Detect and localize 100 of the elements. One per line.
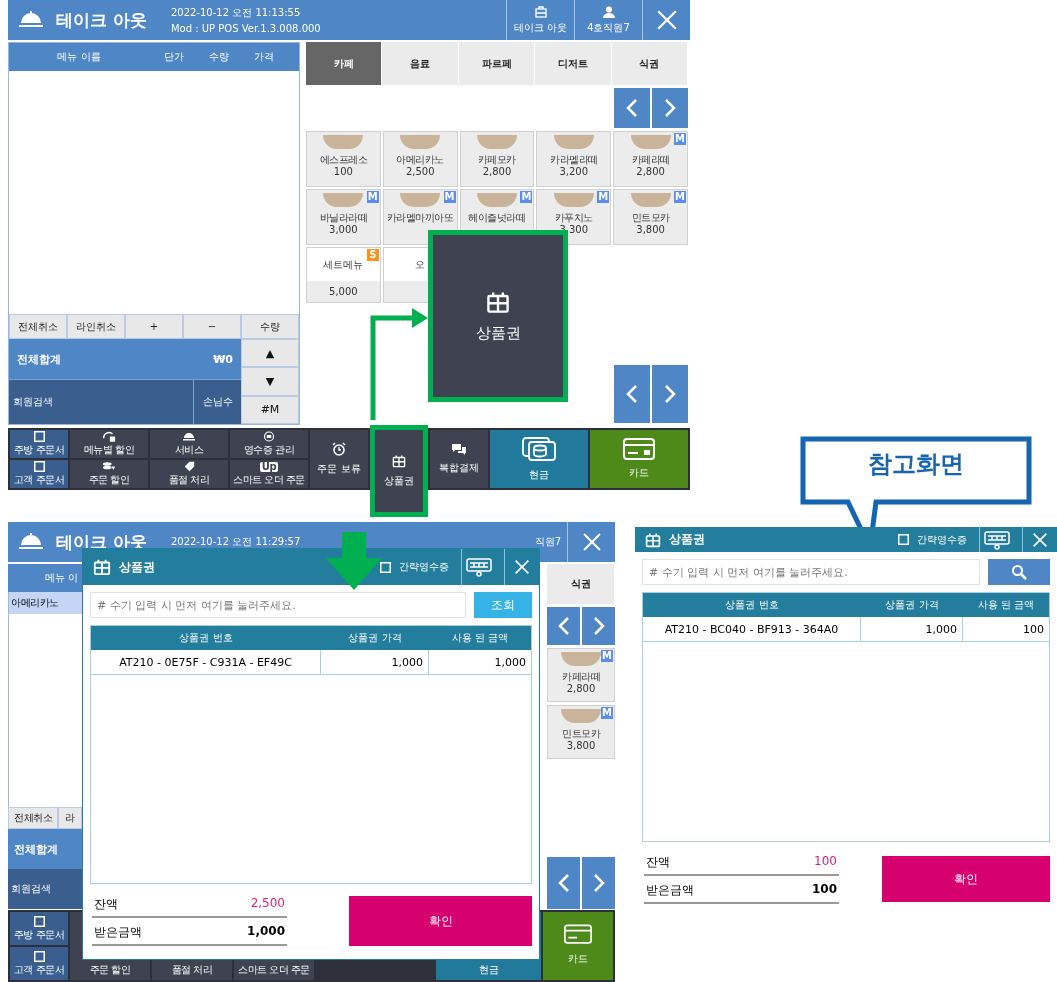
menu-item[interactable]: M 카라멜마끼아또	[382, 189, 458, 245]
search-button[interactable]	[988, 559, 1050, 585]
side-button[interactable]: ▼	[241, 367, 299, 396]
checkbox[interactable]	[380, 561, 391, 573]
takeout-button[interactable]: 테이크 아웃	[506, 0, 574, 40]
function-button[interactable]: 주문 보류	[310, 430, 368, 488]
action-button[interactable]: 라인취소	[67, 314, 125, 339]
search-field[interactable]: # 수기 입력 시 먼저 여기를 눌러주세요.	[90, 592, 466, 618]
menu-item[interactable]: 에스프레소 100	[306, 131, 381, 187]
close-icon	[581, 532, 602, 552]
order-row[interactable]: 아메리카노	[9, 592, 82, 614]
previous-button[interactable]	[547, 857, 580, 909]
gift-icon	[392, 454, 406, 468]
menu-item[interactable]: M 카페라떼 2,800	[613, 131, 688, 187]
category-tab[interactable]: 카페	[306, 42, 383, 85]
function-button[interactable]: 상품권	[370, 425, 428, 517]
received-label: 받은금액	[94, 924, 142, 941]
toggle-button[interactable]: 주방 주문서	[10, 912, 68, 945]
toggle-button[interactable]: 고객 주문서	[10, 460, 68, 488]
action-button[interactable]: 전체취소	[8, 807, 58, 829]
tool-button[interactable]: 메뉴별 할인	[70, 430, 148, 458]
category-tab[interactable]: 식권	[611, 42, 689, 85]
checkbox-label: 간략영수증	[399, 560, 449, 574]
keyboard-icon	[984, 529, 1010, 550]
previous-button[interactable]	[614, 88, 650, 128]
photo-placeholder	[630, 135, 671, 149]
next-button[interactable]	[582, 857, 615, 909]
tool-button[interactable]: 주문 할인	[70, 460, 148, 488]
previous-button[interactable]	[547, 607, 580, 645]
member-search-button[interactable]: 회원검색	[8, 869, 82, 909]
chevron-right-icon	[592, 873, 605, 893]
previous-button[interactable]	[614, 365, 650, 423]
confirm-button[interactable]: 확인	[882, 856, 1050, 902]
search-icon	[1011, 564, 1027, 580]
column-header: 메뉴 이름	[56, 50, 102, 64]
tool-button[interactable]: 서비스	[150, 430, 228, 458]
gift-icon	[93, 558, 111, 576]
column-header: 수량	[208, 50, 230, 64]
item-name: 카페라떼	[631, 154, 670, 166]
action-button[interactable]: −	[183, 314, 241, 339]
column-header: 상품권 번호	[724, 598, 780, 612]
checkbox[interactable]	[898, 534, 909, 545]
menu-item[interactable]: S 세트메뉴 5,000	[306, 247, 381, 303]
item-name: 바닐라라떼	[319, 212, 368, 224]
item-name: 카푸치노	[554, 212, 593, 224]
next-button[interactable]	[652, 88, 688, 128]
card-button[interactable]: 카드	[590, 430, 688, 488]
action-button[interactable]: +	[125, 314, 183, 339]
chevron-right-icon	[664, 98, 676, 118]
action-button[interactable]: 라	[58, 807, 82, 829]
gift-icon	[486, 289, 510, 314]
item-name: 에스프레소	[319, 154, 368, 166]
card-button[interactable]: 카드	[543, 912, 613, 980]
category-tab[interactable]: 파르페	[458, 42, 536, 85]
item-name: 민트모카	[631, 212, 670, 224]
confirm-button[interactable]: 확인	[349, 896, 532, 946]
menu-item[interactable]: 카라멜라떼 3,200	[536, 131, 612, 187]
item-name: 민트모카	[562, 728, 600, 740]
tool-button[interactable]: Up 스마트 오더 주문	[230, 460, 308, 488]
side-button[interactable]: #M	[241, 395, 299, 424]
category-tab[interactable]: 음료	[382, 42, 459, 85]
next-button[interactable]	[582, 607, 615, 645]
category-tab[interactable]: 식권	[547, 564, 615, 604]
menu-item[interactable]: M 카페라떼 2,800	[547, 648, 615, 702]
table-cell: AT210 - 0E75F - C931A - EF49C	[91, 650, 321, 674]
staff-button[interactable]: 4호직원7	[574, 0, 642, 40]
member-search-button[interactable]: 회원검색	[9, 379, 193, 424]
photo-placeholder	[400, 193, 441, 207]
item-price: 2,800	[482, 165, 512, 177]
item-name: 카라멜라떼	[550, 154, 598, 166]
function-button[interactable]: 복합결제	[430, 430, 488, 488]
side-button[interactable]: ▲	[241, 339, 299, 368]
zoomed-label: 상품권	[475, 323, 521, 343]
column-header: 사용 된 금액	[450, 631, 510, 645]
menu-item[interactable]: 카페모카 2,800	[459, 131, 535, 187]
chevron-left-icon	[557, 616, 570, 636]
tool-button[interactable]: 품절 처리	[150, 460, 228, 488]
close-icon	[514, 559, 530, 575]
table-cell-text: 1,000	[493, 654, 527, 671]
item-price: 3,800	[636, 223, 665, 235]
category-tab[interactable]: 디저트	[535, 42, 612, 85]
table-cell-text: 100	[1022, 621, 1045, 638]
cash-button[interactable]: 현금	[490, 430, 588, 488]
menu-item[interactable]: M 민트모카 3,800	[547, 705, 615, 759]
menu-item[interactable]: M 민트모카 3,800	[613, 189, 688, 245]
action-button[interactable]: 전체취소	[9, 314, 67, 339]
menu-item[interactable]: 아메리카노 2,500	[382, 131, 458, 187]
search-field[interactable]: # 수기 입력 시 먼저 여기를 눌러주세요.	[642, 559, 980, 585]
column-header: 상품권 가격	[347, 631, 403, 645]
toggle-button[interactable]: 주방 주문서	[10, 430, 68, 458]
menu-item[interactable]: M 바닐라라떼 3,000	[306, 189, 381, 245]
guest-count-button[interactable]: 손님수	[193, 379, 241, 424]
callout-text: 참고화면	[867, 449, 965, 480]
toggle-button[interactable]: 고객 주문서	[10, 947, 68, 980]
tool-button[interactable]: 영수증 관리	[230, 430, 308, 458]
column-header: 단가	[163, 50, 185, 64]
action-button[interactable]: 수량	[241, 314, 299, 339]
tool-label: 주문 할인	[88, 473, 130, 487]
next-button[interactable]	[652, 365, 688, 423]
tool-label: 품절 처리	[168, 473, 210, 487]
